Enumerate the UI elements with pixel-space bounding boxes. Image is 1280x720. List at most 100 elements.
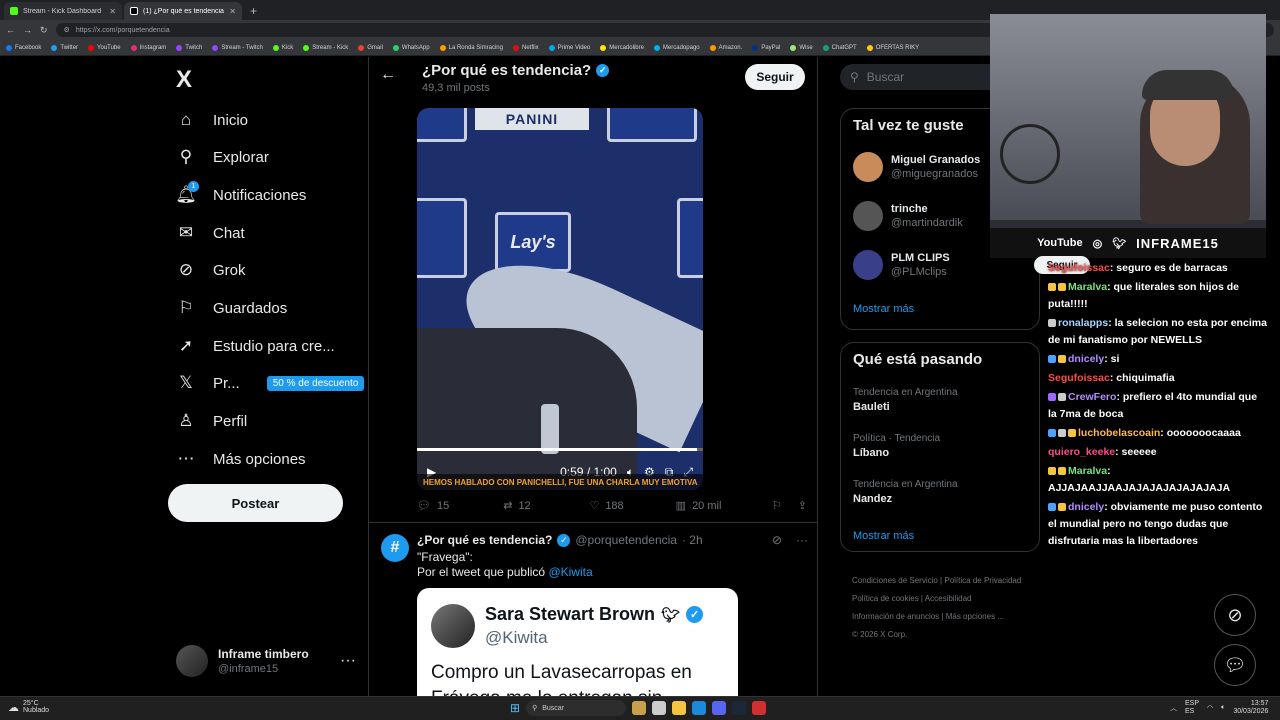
trend-item[interactable]: Política · Tendencia Líbano xyxy=(853,433,940,459)
back-icon[interactable]: ← xyxy=(6,25,15,35)
trend-item[interactable]: Tendencia en Argentina Nandez xyxy=(853,479,958,505)
nav-item-notificaciones[interactable]: 🔔︎ 1 Notificaciones xyxy=(175,181,306,207)
footer-link[interactable]: Condiciones de Servicio xyxy=(852,576,938,585)
site-info-icon[interactable]: ⚙ xyxy=(64,26,70,34)
tab-kick-dashboard[interactable]: Stream - Kick Dashboard ✕ xyxy=(4,2,122,20)
file-explorer-icon[interactable] xyxy=(672,701,687,715)
language-indicator[interactable]: ESP ES xyxy=(1185,700,1199,716)
bookmark-item[interactable]: ChatGPT xyxy=(822,44,857,51)
bookmark-icon[interactable]: ⚐ xyxy=(772,499,782,512)
app-icon[interactable] xyxy=(752,701,767,715)
repost-button[interactable]: ⇄ 12 xyxy=(503,499,589,513)
close-tab-icon[interactable]: ✕ xyxy=(109,7,116,16)
suggestion-item[interactable]: trinche @martindardik xyxy=(853,201,963,231)
bookmark-item[interactable]: YouTube xyxy=(88,44,121,51)
video-caption: HEMOS HABLADO CON PANICHELLI, FUE UNA CH… xyxy=(417,474,703,490)
nav-label: Perfil xyxy=(213,412,248,430)
footer-link[interactable]: Información de anuncios xyxy=(852,612,939,621)
footer-link[interactable]: Accesibilidad xyxy=(925,594,972,603)
notification-badge: 1 xyxy=(188,181,199,192)
bookmark-item[interactable]: La Ronda Simracing xyxy=(439,44,503,51)
video-player[interactable]: PANINI Lay's ▶ 0:59 / 1:00 🔈︎ ⚙ ⧉ ⤢ HEMO… xyxy=(417,108,703,490)
post-button[interactable]: Postear xyxy=(168,484,343,522)
x-logo-icon[interactable]: X xyxy=(176,66,192,94)
bookmark-item[interactable]: Wise xyxy=(790,44,813,51)
nav-item-estudio[interactable]: ➚ Estudio para cre... xyxy=(176,334,335,358)
mention-link[interactable]: @Kiwita xyxy=(548,565,592,579)
bookmark-item[interactable]: Twitter xyxy=(51,44,78,51)
bookmark-item[interactable]: WhatsApp xyxy=(392,44,430,51)
reply-button[interactable]: 💬︎ 15 xyxy=(417,499,503,513)
bookmark-item[interactable]: Prime Video xyxy=(548,44,590,51)
bookmark-item[interactable]: Twitch xyxy=(176,44,202,51)
reply-icon: 💬︎ xyxy=(417,500,431,512)
tweet-author[interactable]: ¿Por qué es tendencia? xyxy=(417,533,552,547)
new-tab-icon[interactable]: + xyxy=(244,4,263,20)
more-dots-icon[interactable]: ··· xyxy=(796,533,808,547)
nav-item-inicio[interactable]: ⌂ Inicio xyxy=(176,108,248,132)
bookmark-item[interactable]: Kick xyxy=(272,44,293,51)
webcam-social-bar: YouTube ◎ 🐦︎ INFRAME15 xyxy=(990,228,1266,258)
tweet-time[interactable]: · 2h xyxy=(682,533,703,547)
trend-category: Política · Tendencia xyxy=(853,433,941,444)
bookmark-item[interactable]: Mercadolibre xyxy=(600,44,644,51)
task-view-icon[interactable] xyxy=(652,701,667,715)
show-more-link[interactable]: Mostrar más xyxy=(853,530,914,542)
views-button[interactable]: ▥ 20 mil xyxy=(676,499,762,513)
footer-links: Condiciones de Servicio | Política de Pr… xyxy=(852,576,1022,639)
taskbar-search[interactable]: ⚲ Buscar xyxy=(526,700,627,716)
footer-link[interactable]: Política de cookies xyxy=(852,594,919,603)
bookmark-item[interactable]: OFERTAS RIKY xyxy=(866,44,919,51)
trend-item[interactable]: Tendencia en Argentina Bauleti xyxy=(853,387,958,413)
share-icon[interactable]: ⇪ xyxy=(798,499,807,512)
bookmark-item[interactable]: Netflix xyxy=(512,44,539,51)
grok-float-button[interactable]: ⊘ xyxy=(1214,594,1256,636)
account-switcher[interactable]: Inframe timbero @inframe15 ··· xyxy=(176,644,356,678)
show-more-link[interactable]: Mostrar más xyxy=(853,303,914,315)
suggestion-item[interactable]: Miguel Granados @miguegranados xyxy=(853,152,980,182)
follow-button[interactable]: Seguir xyxy=(745,64,805,90)
back-arrow-icon[interactable]: ← xyxy=(380,66,396,84)
nav-item-perfil[interactable]: ♙ Perfil xyxy=(176,409,247,433)
windows-start-icon[interactable]: ⊞ xyxy=(510,701,520,715)
bookmark-item[interactable]: Mercadopago xyxy=(653,44,700,51)
video-progress-bar[interactable] xyxy=(417,448,703,451)
bookmark-item[interactable]: PayPal xyxy=(752,44,780,51)
bookmark-item[interactable]: Stream - Kick xyxy=(303,44,348,51)
bookmark-item[interactable]: Instagram xyxy=(130,44,166,51)
reload-icon[interactable]: ↻ xyxy=(40,25,48,36)
tab-x-porquetendencia[interactable]: (1) ¿Por qué es tendencia? (@porq ✕ xyxy=(124,2,242,20)
nav-item-premium[interactable]: 𝕏 Pr... 50 % de descuento xyxy=(176,371,365,395)
avatar[interactable]: # xyxy=(381,534,409,562)
avatar xyxy=(176,645,208,677)
bookmark-item[interactable]: Stream - Twitch xyxy=(212,44,263,51)
bookmark-item[interactable]: Gmail xyxy=(358,44,383,51)
wifi-icon[interactable]: ◠ xyxy=(1207,704,1213,712)
more-dots-icon[interactable]: ··· xyxy=(340,652,356,670)
edge-icon[interactable] xyxy=(692,701,707,715)
bookmark-item[interactable]: Facebook xyxy=(6,44,41,51)
bookmark-item[interactable]: Amazon. xyxy=(709,44,742,51)
nav-item-chat[interactable]: ✉ Chat xyxy=(176,221,245,245)
nav-item-guardados[interactable]: ⚐ Guardados xyxy=(176,296,287,320)
kick-favicon-icon xyxy=(10,7,18,15)
tweet-handle[interactable]: @porquetendencia xyxy=(575,533,677,547)
like-button[interactable]: ♡ 188 xyxy=(589,499,675,513)
footer-link[interactable]: Política de Privacidad xyxy=(944,576,1021,585)
close-tab-icon[interactable]: ✕ xyxy=(229,7,236,16)
discord-icon[interactable] xyxy=(712,701,727,715)
forward-icon[interactable]: → xyxy=(23,25,32,35)
nav-item-explorar[interactable]: ⚲ Explorar xyxy=(176,145,269,169)
grok-icon[interactable]: ⊘ xyxy=(772,533,782,547)
suggestion-item[interactable]: PLM CLIPS @PLMclips xyxy=(853,250,950,280)
steam-icon[interactable] xyxy=(732,701,747,715)
chevron-up-icon[interactable]: ︿ xyxy=(1170,703,1177,713)
nav-item-mas-opciones[interactable]: ⋯ Más opciones xyxy=(176,447,306,471)
nav-item-grok[interactable]: ⊘ Grok xyxy=(176,258,246,282)
clock[interactable]: 13:57 30/03/2026 xyxy=(1233,700,1268,716)
volume-icon[interactable]: 🔈︎ xyxy=(1221,704,1225,712)
messages-float-button[interactable]: 💬︎ xyxy=(1214,644,1256,686)
weather-widget[interactable]: ☁ 25°C Nublado xyxy=(8,700,49,714)
widgets-icon[interactable] xyxy=(632,701,647,715)
footer-link[interactable]: Más opciones ... xyxy=(946,612,1004,621)
